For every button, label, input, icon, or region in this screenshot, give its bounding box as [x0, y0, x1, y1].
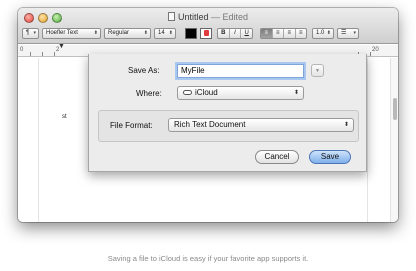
where-label: Where:	[136, 89, 162, 98]
window-title-separator: —	[210, 12, 220, 22]
chevron-updown-icon: ⬍	[93, 30, 98, 36]
chevron-updown-icon: ⬍	[168, 30, 173, 36]
align-right-icon[interactable]: ≡	[284, 29, 296, 38]
italic-button[interactable]: I	[230, 29, 242, 38]
highlight-pen-icon	[204, 30, 209, 36]
chevron-updown-icon: ⬍	[326, 30, 331, 36]
file-format-popup[interactable]: Rich Text Document ⬍	[168, 118, 354, 132]
alignment-segments: ≡ ≡ ≡ ≡	[260, 28, 307, 39]
underline-button[interactable]: U	[241, 29, 252, 38]
cloud-icon	[183, 90, 192, 95]
file-format-box: File Format: Rich Text Document ⬍	[98, 110, 359, 142]
vertical-scrollbar[interactable]	[390, 58, 398, 222]
highlight-color-swatch[interactable]	[200, 28, 212, 39]
font-family-popup[interactable]: Hoefler Text ⬍	[42, 28, 101, 39]
paragraph-style-icon: ¶	[26, 30, 30, 36]
chevron-updown-icon: ⬍	[293, 90, 299, 96]
font-style-popup[interactable]: Regular ⬍	[104, 28, 151, 39]
align-center-icon[interactable]: ≡	[273, 29, 284, 38]
file-format-label: File Format:	[110, 121, 153, 130]
caption-text: Saving a file to iCloud is easy if your …	[107, 254, 309, 263]
where-value: iCloud	[195, 88, 218, 97]
expand-dialog-button[interactable]: ▼	[311, 64, 324, 77]
window-title-status: Edited	[222, 12, 249, 22]
save-button[interactable]: Save	[309, 150, 351, 164]
document-text[interactable]: st	[62, 114, 67, 120]
cancel-button[interactable]: Cancel	[255, 150, 299, 164]
list-icon: ☰	[341, 30, 347, 36]
ruler-tick	[30, 52, 31, 56]
text-style-segments: B I U	[217, 28, 253, 39]
chevron-updown-icon: ⬍	[343, 122, 349, 128]
window-title: Untitled — Edited	[18, 12, 398, 22]
ruler-tick	[54, 52, 55, 56]
chevron-updown-icon: ⬍	[143, 30, 148, 36]
font-style-value: Regular	[108, 30, 130, 36]
ruler-label: 0	[20, 47, 24, 53]
ruler-tick	[42, 52, 43, 56]
align-justify-icon[interactable]: ≡	[296, 29, 307, 38]
chevron-down-icon: ▾	[353, 30, 356, 36]
save-sheet: Save As: MyFile ▼ Where: iCloud ⬍ File F…	[88, 54, 367, 172]
line-spacing-popup[interactable]: 1.0 ⬍	[312, 28, 334, 39]
document-icon	[167, 12, 175, 21]
save-as-label: Save As:	[128, 66, 160, 75]
textedit-window: Untitled — Edited ¶ ▾ Hoefler Text ⬍ Regul…	[18, 8, 398, 222]
filename-input[interactable]: MyFile	[177, 64, 304, 78]
window-title-name: Untitled	[177, 12, 209, 22]
tab-stop-marker-icon[interactable]: ▼	[58, 43, 65, 50]
chevron-down-icon: ▾	[33, 30, 36, 36]
where-popup[interactable]: iCloud ⬍	[177, 86, 304, 100]
align-left-icon[interactable]: ≡	[261, 29, 273, 38]
chevron-down-icon: ▼	[315, 68, 320, 74]
ruler-label: 20	[372, 47, 379, 53]
format-toolbar: ¶ ▾ Hoefler Text ⬍ Regular ⬍ 14 ⬍ B I U ≡	[20, 28, 396, 40]
list-style-popup[interactable]: ☰ ▾	[337, 28, 359, 39]
file-format-value: Rich Text Document	[174, 120, 246, 129]
bold-button[interactable]: B	[218, 29, 230, 38]
title-bar: Untitled — Edited ¶ ▾ Hoefler Text ⬍ Regul…	[18, 8, 398, 44]
scroll-thumb[interactable]	[393, 98, 397, 120]
font-family-value: Hoefler Text	[46, 30, 78, 36]
line-spacing-value: 1.0	[316, 30, 325, 36]
ruler-tick	[370, 52, 371, 56]
paragraph-style-popup[interactable]: ¶ ▾	[22, 28, 39, 39]
text-color-swatch[interactable]	[185, 28, 197, 39]
font-size-field[interactable]: 14 ⬍	[154, 28, 176, 39]
font-size-value: 14	[158, 30, 165, 36]
